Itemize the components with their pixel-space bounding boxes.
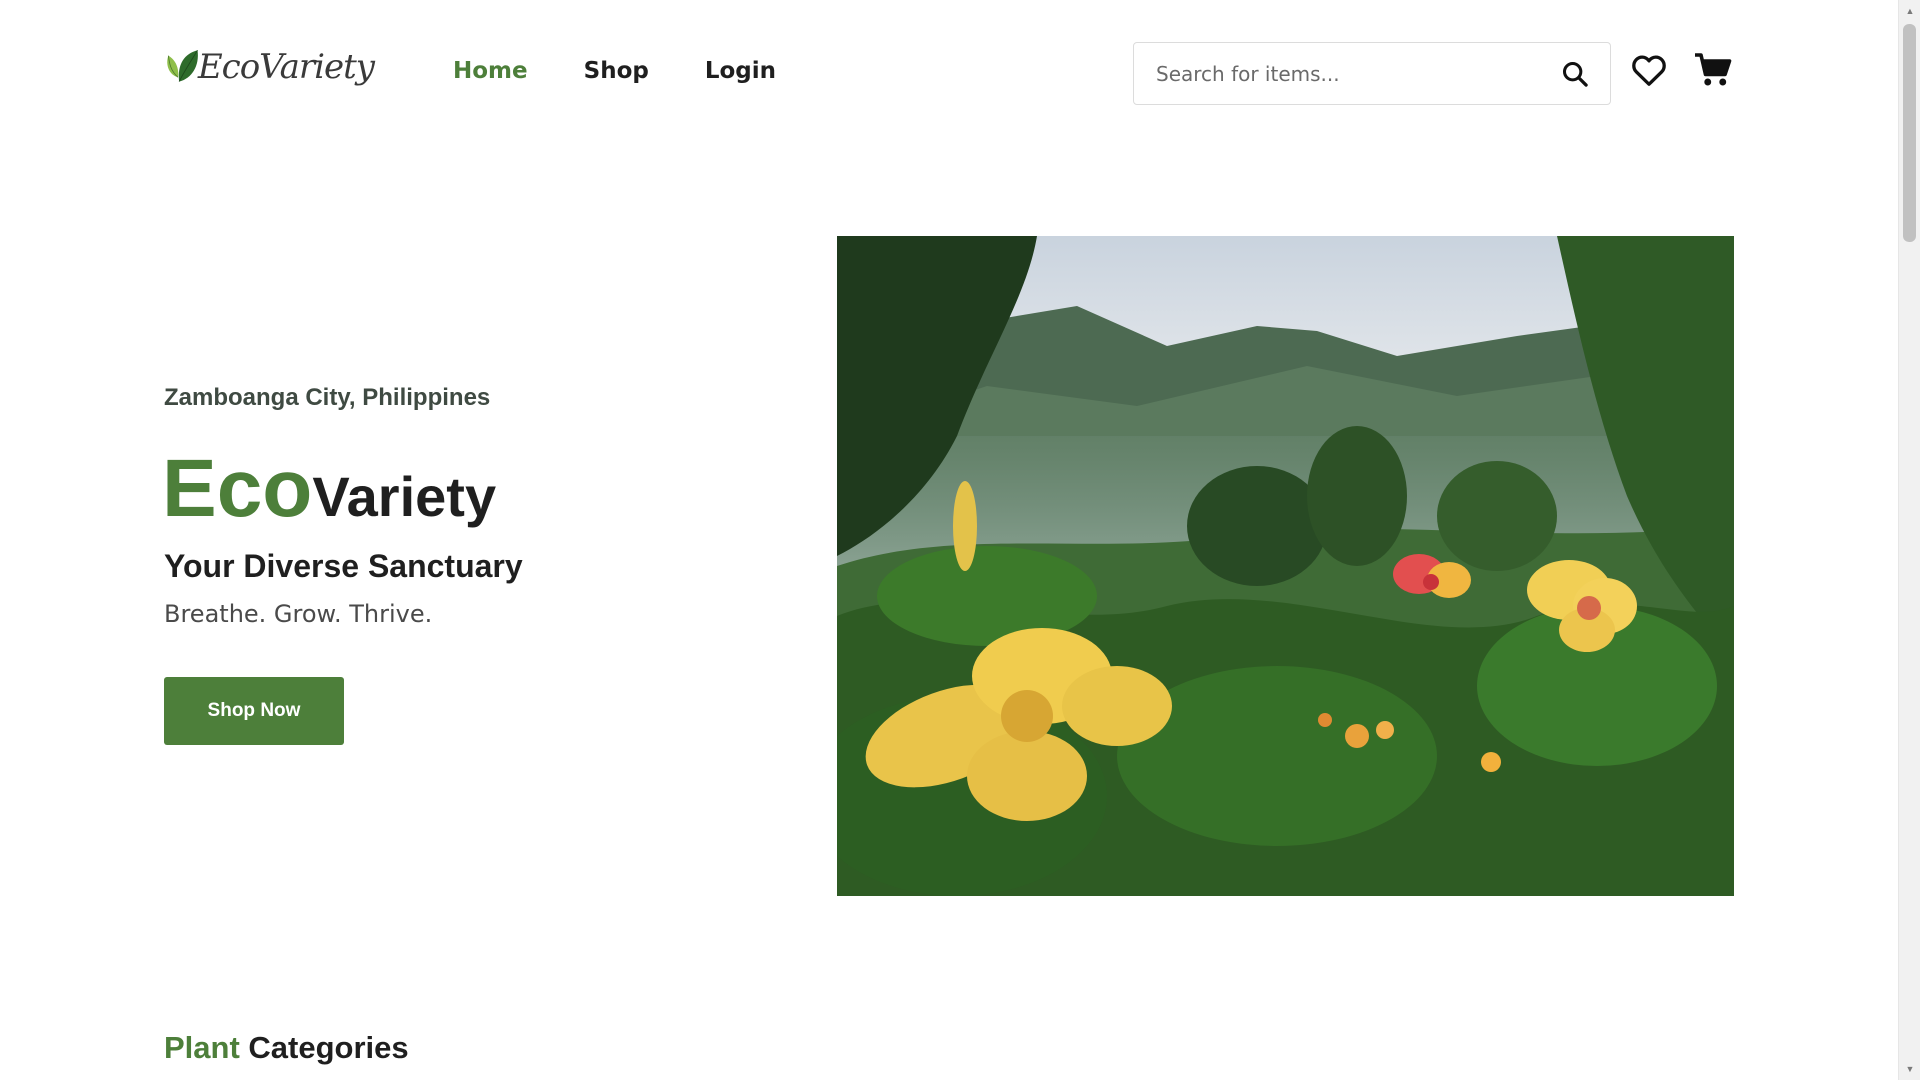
leaf-logo-icon xyxy=(167,50,198,82)
cart-button[interactable] xyxy=(1693,50,1733,90)
logo-text: EcoVariety xyxy=(197,47,375,87)
site-logo[interactable]: EcoVariety xyxy=(164,34,375,100)
search-icon xyxy=(1562,61,1588,87)
heart-icon xyxy=(1632,55,1666,86)
nav-login[interactable]: Login xyxy=(705,58,776,84)
wishlist-button[interactable] xyxy=(1629,50,1669,90)
search-button[interactable] xyxy=(1540,43,1610,104)
forest-flowers-image xyxy=(837,236,1734,896)
scroll-up-arrow[interactable]: ▲ xyxy=(1899,2,1920,20)
hero-tagline: Breathe. Grow. Thrive. xyxy=(164,600,433,628)
scrollbar-thumb[interactable] xyxy=(1903,24,1916,242)
search-bar xyxy=(1133,42,1611,105)
hero-subtitle: Your Diverse Sanctuary xyxy=(164,548,523,584)
hero-location: Zamboanga City, Philippines xyxy=(164,384,491,411)
shop-now-button[interactable]: Shop Now xyxy=(164,677,344,745)
nav-shop[interactable]: Shop xyxy=(584,58,649,84)
vertical-scrollbar[interactable]: ▲ ▼ xyxy=(1898,0,1920,1080)
site-header: EcoVariety Home Shop Login xyxy=(0,0,1898,150)
main-nav: Home Shop Login xyxy=(453,58,776,84)
hero-title-rest: Variety xyxy=(312,465,497,528)
categories-heading-rest: Categories xyxy=(239,1030,409,1065)
hero-title: EcoVariety xyxy=(162,448,496,530)
nav-home[interactable]: Home xyxy=(453,58,528,84)
hero-image xyxy=(837,236,1734,896)
hero-title-accent: Eco xyxy=(162,443,313,534)
cart-icon xyxy=(1695,53,1732,86)
categories-heading: Plant Categories xyxy=(164,1030,409,1066)
categories-heading-accent: Plant xyxy=(164,1030,240,1065)
scroll-down-arrow[interactable]: ▼ xyxy=(1899,1060,1920,1078)
search-input[interactable] xyxy=(1134,43,1540,104)
